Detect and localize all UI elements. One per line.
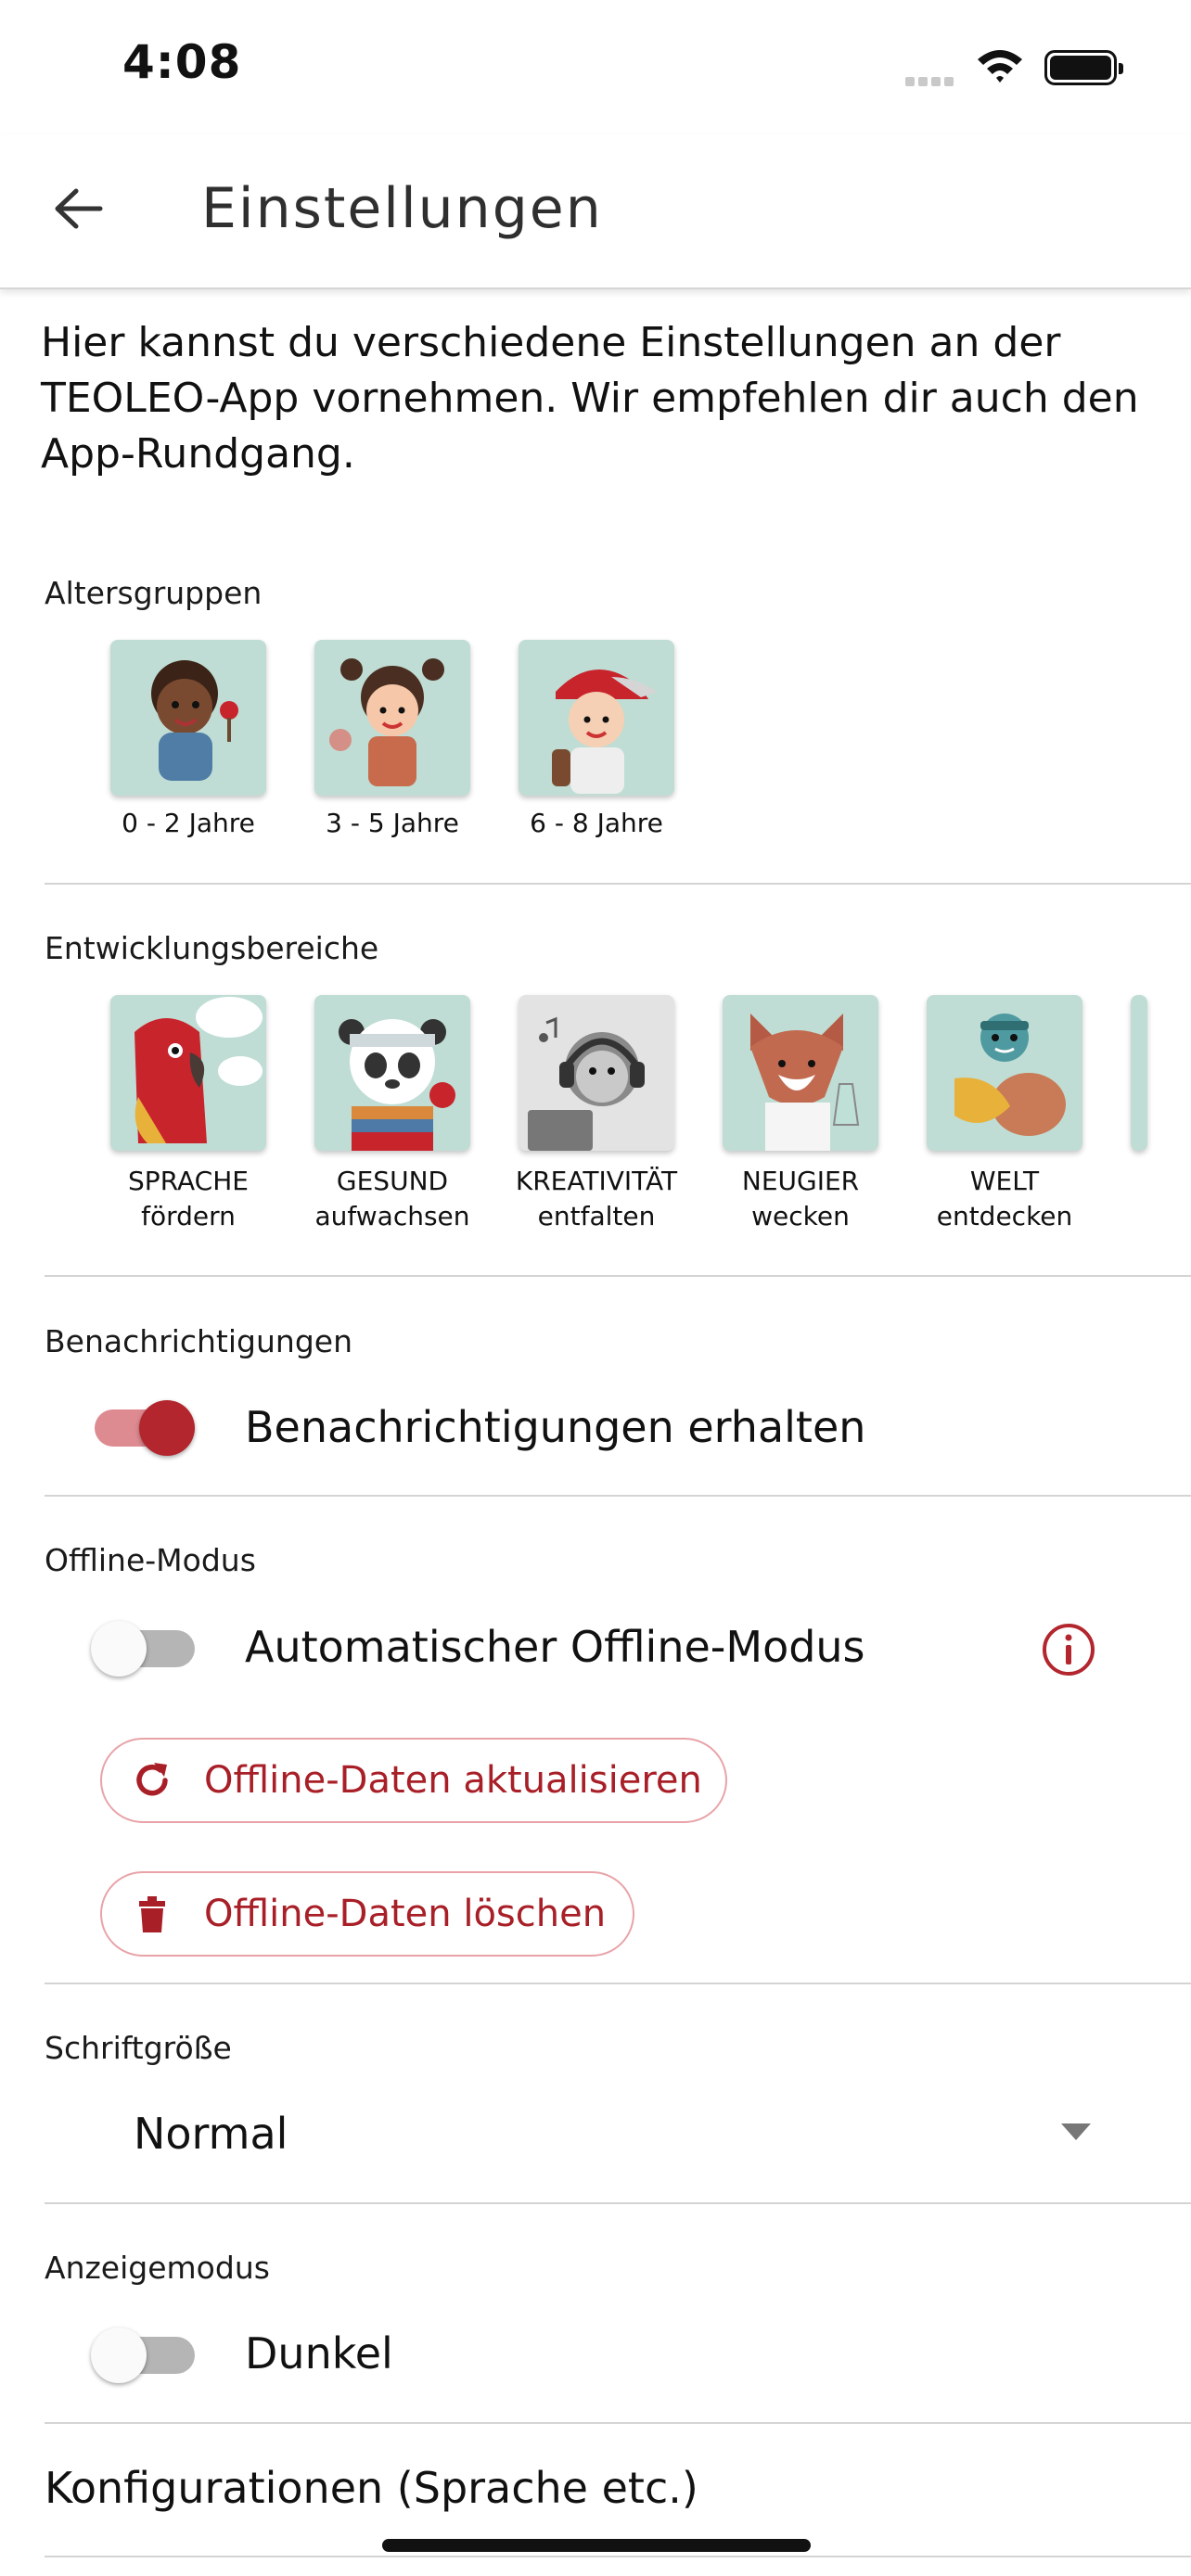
refresh-offline-data-label: Offline-Daten aktualisieren bbox=[204, 1759, 702, 1802]
page-title: Einstellungen bbox=[201, 176, 603, 241]
area-label-line1: SPRACHE bbox=[128, 1166, 249, 1196]
font-size-value: Normal bbox=[134, 2109, 288, 2159]
section-development-areas: Entwicklungsbereiche bbox=[45, 930, 379, 966]
age-group-tile-6-8[interactable] bbox=[519, 640, 674, 796]
home-indicator bbox=[382, 2539, 811, 2552]
area-tile-neugier[interactable] bbox=[723, 995, 878, 1151]
trash-icon bbox=[139, 1896, 165, 1932]
divider bbox=[45, 2202, 1191, 2204]
dark-mode-toggle[interactable] bbox=[91, 2327, 195, 2383]
delete-offline-data-button[interactable]: Offline-Daten löschen bbox=[100, 1871, 634, 1957]
section-age-groups: Altersgruppen bbox=[45, 575, 263, 611]
panda-illustration-icon bbox=[339, 1019, 455, 1151]
info-icon[interactable] bbox=[1041, 1622, 1096, 1677]
toddler-illustration-icon bbox=[151, 660, 238, 781]
section-font-size: Schriftgröße bbox=[45, 2030, 232, 2066]
age-group-label: 0 - 2 Jahre bbox=[122, 808, 255, 838]
section-notifications: Benachrichtigungen bbox=[45, 1323, 352, 1359]
dark-mode-toggle-label: Dunkel bbox=[245, 2328, 393, 2378]
age-group-tile-0-2[interactable] bbox=[110, 640, 266, 796]
divider bbox=[45, 2422, 1191, 2424]
divider bbox=[45, 2556, 1191, 2557]
area-tile-gesund[interactable] bbox=[314, 995, 470, 1151]
child-illustration-icon bbox=[329, 658, 444, 786]
divider bbox=[45, 1983, 1191, 1984]
status-time: 4:08 bbox=[122, 35, 242, 89]
configurations-link[interactable]: Konfigurationen (Sprache etc.) bbox=[45, 2463, 698, 2513]
notifications-toggle[interactable] bbox=[95, 1400, 195, 1456]
parrot-illustration-icon bbox=[134, 997, 263, 1143]
intro-text: Hier kannst du verschiedene Einstellunge… bbox=[41, 319, 1139, 478]
age-group-label: 3 - 5 Jahre bbox=[326, 808, 459, 838]
dropdown-arrow-icon bbox=[1061, 2123, 1091, 2140]
area-label-line1: GESUND bbox=[336, 1166, 449, 1196]
fox-scientist-illustration-icon bbox=[750, 1014, 860, 1151]
age-group-label: 6 - 8 Jahre bbox=[530, 808, 663, 838]
area-label-line1: KREATIVITÄT bbox=[515, 1166, 678, 1196]
area-label-line2: entdecken bbox=[936, 1201, 1073, 1231]
area-label-line2: aufwachsen bbox=[314, 1201, 470, 1231]
area-label-line1: NEUGIER bbox=[741, 1166, 860, 1196]
cellular-signal-icon bbox=[905, 72, 957, 90]
refresh-offline-data-button[interactable]: Offline-Daten aktualisieren bbox=[100, 1738, 727, 1823]
area-label-line2: fördern bbox=[141, 1201, 236, 1231]
section-offline-mode: Offline-Modus bbox=[45, 1542, 256, 1578]
age-group-tile-3-5[interactable] bbox=[314, 640, 470, 796]
refresh-icon bbox=[136, 1763, 168, 1796]
section-display-mode: Anzeigemodus bbox=[45, 2250, 270, 2286]
offline-mode-toggle-label: Automatischer Offline-Modus bbox=[245, 1622, 865, 1672]
divider bbox=[45, 1275, 1191, 1277]
area-tile-welt[interactable] bbox=[927, 995, 1082, 1151]
turtle-illustration-icon bbox=[954, 1014, 1066, 1136]
area-tile-sprache[interactable] bbox=[110, 995, 266, 1151]
area-label-line2: entfalten bbox=[537, 1201, 656, 1231]
offline-mode-toggle[interactable] bbox=[91, 1621, 195, 1677]
area-label-line2: wecken bbox=[751, 1201, 850, 1231]
wifi-icon bbox=[978, 50, 1022, 83]
divider bbox=[45, 1495, 1191, 1497]
area-tile-kreativitaet[interactable] bbox=[519, 995, 674, 1151]
schoolchild-illustration-icon bbox=[552, 669, 658, 794]
delete-offline-data-label: Offline-Daten löschen bbox=[204, 1893, 607, 1935]
divider bbox=[45, 883, 1191, 885]
area-label-line1: WELT bbox=[969, 1166, 1040, 1196]
area-tile-partial[interactable] bbox=[1131, 995, 1147, 1151]
battery-icon bbox=[1044, 50, 1123, 85]
notifications-toggle-label: Benachrichtigungen erhalten bbox=[245, 1402, 866, 1452]
font-size-select[interactable]: Normal bbox=[130, 2101, 1113, 2166]
monkey-headphones-illustration-icon bbox=[528, 1016, 645, 1151]
back-arrow-icon[interactable] bbox=[52, 185, 104, 232]
